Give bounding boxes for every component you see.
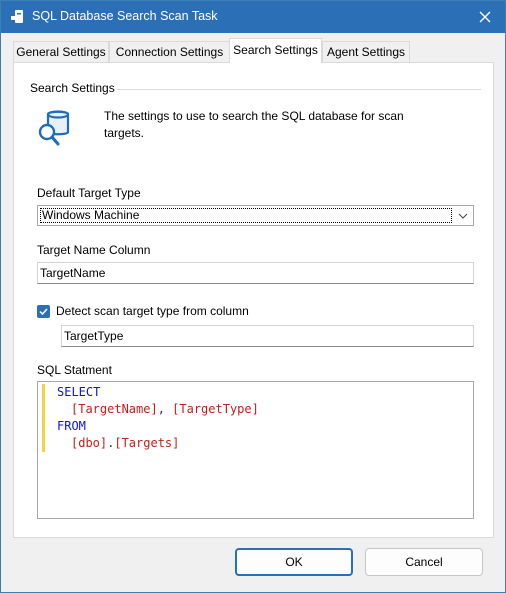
detect-type-label[interactable]: Detect scan target type from column <box>56 304 249 318</box>
tab-search-settings[interactable]: Search Settings <box>229 38 322 63</box>
ok-button[interactable]: OK <box>235 548 353 576</box>
detect-type-checkbox[interactable] <box>37 305 50 318</box>
dialog-window: SQL Database Search Scan Task General Se… <box>0 0 506 593</box>
search-settings-panel: Search Settings The settings to use to s… <box>13 62 494 538</box>
sql-statement-label: SQL Statment <box>37 363 112 377</box>
sql-line: [TargetName], [TargetType] <box>71 402 259 416</box>
chevron-down-icon <box>458 213 468 219</box>
sql-editor[interactable]: SELECT [TargetName], [TargetType] FROM [… <box>37 381 474 519</box>
tab-general-settings[interactable]: General Settings <box>13 41 109 63</box>
change-gutter <box>42 384 45 452</box>
sql-line: SELECT <box>57 385 101 399</box>
cancel-button[interactable]: Cancel <box>365 548 483 576</box>
app-icon <box>11 10 23 23</box>
sql-line: FROM <box>57 419 86 433</box>
section-title: Search Settings <box>30 81 115 95</box>
section-divider <box>117 89 481 90</box>
tab-agent-settings[interactable]: Agent Settings <box>322 41 410 63</box>
target-type-value: Windows Machine <box>40 208 452 223</box>
checkmark-icon <box>39 308 48 316</box>
database-search-icon <box>38 110 70 146</box>
target-name-label: Target Name Column <box>37 243 151 257</box>
title-bar: SQL Database Search Scan Task <box>1 1 505 33</box>
window-title: SQL Database Search Scan Task <box>32 9 218 23</box>
sql-line: [dbo].[Targets] <box>71 436 180 450</box>
target-type-dropdown[interactable]: Windows Machine <box>37 205 474 226</box>
target-type-label: Default Target Type <box>37 186 141 200</box>
target-name-field[interactable]: TargetName <box>37 262 474 284</box>
close-icon[interactable] <box>473 5 497 29</box>
type-column-field[interactable]: TargetType <box>61 325 474 347</box>
tab-connection-settings[interactable]: Connection Settings <box>109 41 230 63</box>
section-description: The settings to use to search the SQL da… <box>104 109 404 140</box>
